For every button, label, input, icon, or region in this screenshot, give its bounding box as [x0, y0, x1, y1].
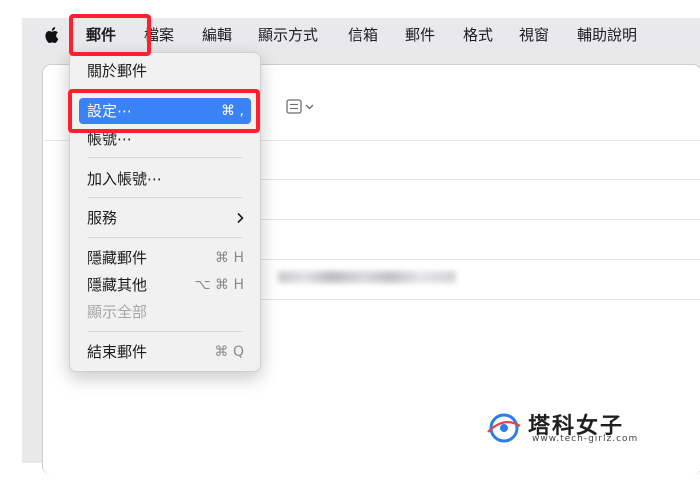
menu-separator — [88, 237, 243, 238]
menu-item-add-account[interactable]: 加入帳號⋯ — [70, 166, 260, 192]
menu-item-shortcut: ⌥ ⌘ H — [194, 277, 244, 293]
menu-item-label: 隱藏其他 — [87, 276, 148, 294]
menu-item-show-all: 顯示全部 — [70, 299, 260, 325]
menu-separator — [88, 331, 243, 332]
menu-item-quit[interactable]: 結束郵件 ⌘ Q — [70, 339, 260, 365]
apple-logo-icon[interactable] — [43, 26, 59, 44]
menu-item-label: 關於郵件 — [87, 62, 148, 80]
menu-item-label: 顯示全部 — [87, 303, 148, 321]
list-divider — [243, 219, 700, 220]
menu-item-hide-others[interactable]: 隱藏其他 ⌥ ⌘ H — [70, 272, 260, 298]
menu-item-label: 隱藏郵件 — [87, 249, 148, 267]
menubar-message[interactable]: 郵件 — [405, 18, 435, 52]
watermark-logo-icon — [487, 413, 521, 443]
menu-item-shortcut: ⌘ Q — [214, 344, 244, 360]
menubar-edit[interactable]: 編輯 — [202, 18, 232, 52]
menubar-format[interactable]: 格式 — [463, 18, 493, 52]
highlight-mail-menu — [69, 14, 151, 56]
menu-item-hide-mail[interactable]: 隱藏郵件 ⌘ H — [70, 245, 260, 271]
list-view-icon[interactable] — [286, 98, 320, 116]
menubar-mailbox[interactable]: 信箱 — [348, 18, 378, 52]
list-divider — [243, 179, 700, 180]
list-divider — [243, 259, 700, 260]
chevron-right-icon — [237, 212, 244, 224]
menu-separator — [88, 157, 243, 158]
list-divider — [243, 299, 700, 300]
menubar-window[interactable]: 視窗 — [519, 18, 549, 52]
menu-item-services[interactable]: 服務 — [70, 205, 260, 231]
watermark: 塔科女子 www.tech-girlz.com — [480, 408, 640, 448]
menubar-help[interactable]: 輔助說明 — [577, 18, 637, 52]
menu-item-label: 加入帳號⋯ — [87, 170, 163, 188]
blurred-account-text — [278, 271, 456, 283]
watermark-url: www.tech-girlz.com — [532, 434, 639, 444]
menu-separator — [88, 197, 243, 198]
menu-item-shortcut: ⌘ H — [215, 250, 244, 266]
menu-item-label: 服務 — [87, 209, 118, 227]
menu-item-about[interactable]: 關於郵件 — [70, 58, 260, 84]
menu-item-label: 結束郵件 — [87, 343, 148, 361]
menubar-view[interactable]: 顯示方式 — [258, 18, 318, 52]
highlight-settings-item — [68, 89, 260, 133]
